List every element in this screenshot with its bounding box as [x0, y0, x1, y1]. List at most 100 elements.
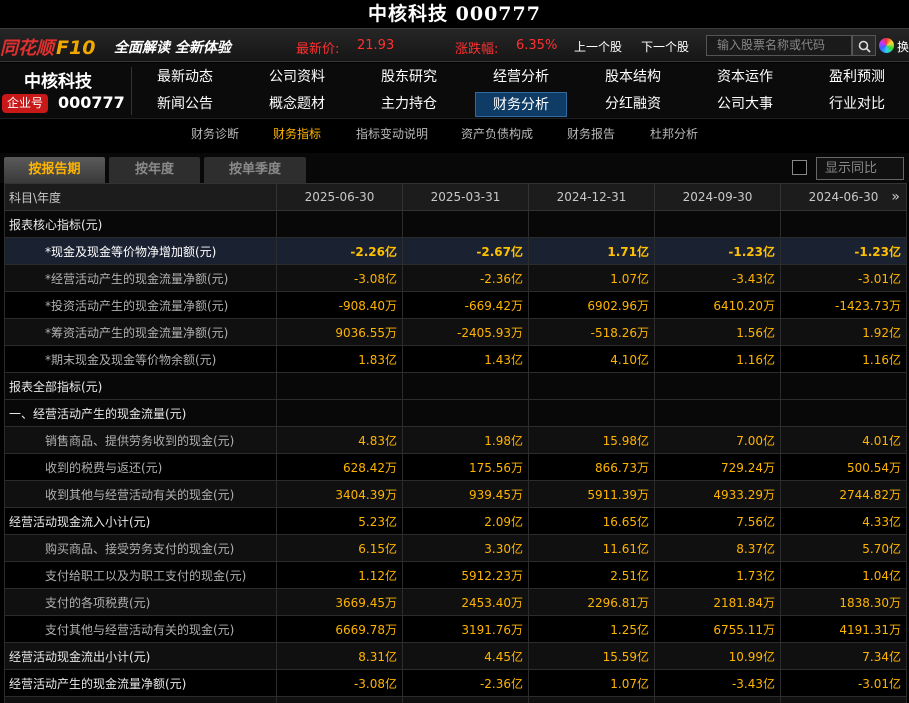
- table-row[interactable]: 支付给职工以及为职工支付的现金(元) 1.12亿 5912.23万 2.51亿 1.73…: [4, 561, 907, 589]
- subnav-financial-diagnosis[interactable]: 财务诊断: [191, 125, 239, 142]
- scroll-right-icon[interactable]: »: [891, 189, 900, 205]
- row-value: [780, 399, 907, 427]
- table-row[interactable]: 经营活动产生的现金流量净额(元) -3.08亿 -2.36亿 1.07亿 -3.43亿 -…: [4, 669, 907, 697]
- nav-financial-analysis[interactable]: 财务分析: [475, 92, 567, 117]
- row-value: 7.00亿: [654, 426, 781, 454]
- row-value: 2744.82万: [780, 480, 907, 508]
- stock-search-input[interactable]: 输入股票名称或代码: [706, 35, 852, 56]
- row-value: 11.61亿: [528, 534, 655, 562]
- nav-latest-news[interactable]: 最新动态: [139, 65, 231, 90]
- nav-shareholder-research[interactable]: 股东研究: [363, 65, 455, 90]
- enterprise-badge[interactable]: 企业号: [2, 94, 48, 113]
- table-row[interactable]: 购买商品、接受劳务支付的现金(元) 6.15亿 3.30亿 11.61亿 8.37亿 5.…: [4, 534, 907, 562]
- row-label: *现金及现金等价物净增加额(元): [4, 237, 277, 265]
- nav-company-info[interactable]: 公司资料: [251, 65, 343, 90]
- header-period[interactable]: 2025-03-31: [402, 183, 529, 211]
- subnav-dupont-analysis[interactable]: 杜邦分析: [650, 125, 698, 142]
- header-period[interactable]: 2025-06-30: [276, 183, 403, 211]
- row-value: [402, 399, 529, 427]
- row-value: 4933.29万: [654, 480, 781, 508]
- row-value: 7.56亿: [654, 507, 781, 535]
- row-value: [528, 372, 655, 400]
- row-label: 支付的各项税费(元): [4, 588, 277, 616]
- next-stock-button[interactable]: 下一个股: [641, 38, 689, 55]
- nav-profit-forecast[interactable]: 盈利预测: [811, 65, 903, 90]
- table-row[interactable]: 报表全部指标(元): [4, 372, 907, 400]
- row-value: 1.07亿: [528, 669, 655, 697]
- tab-by-quarter[interactable]: 按单季度: [204, 157, 306, 183]
- nav-concept-themes[interactable]: 概念题材: [251, 92, 343, 117]
- yoy-compare-button[interactable]: 显示同比: [816, 157, 904, 180]
- table-row[interactable]: 收到的税费与返还(元) 628.42万 175.56万 866.73万 729.24万 5…: [4, 453, 907, 481]
- tab-by-report-period[interactable]: 按报告期: [4, 157, 105, 183]
- skin-palette-icon[interactable]: [879, 38, 894, 53]
- skin-label[interactable]: 换: [897, 38, 909, 55]
- subnav-financial-indicators[interactable]: 财务指标: [273, 125, 321, 142]
- row-value: 1.43亿: [402, 345, 529, 373]
- table-row[interactable]: *投资活动产生的现金流量净额(元) -908.40万 -669.42万 6902.96…: [4, 291, 907, 319]
- row-label: *经营活动产生的现金流量净额(元): [4, 264, 277, 292]
- row-value: 2.51亿: [528, 561, 655, 589]
- table-row[interactable]: 一、经营活动产生的现金流量(元): [4, 399, 907, 427]
- row-value: -1.23亿: [780, 237, 907, 265]
- header-period[interactable]: 2024-06-30»: [780, 183, 907, 211]
- row-value: [528, 696, 655, 703]
- nav-dividend-financing[interactable]: 分红融资: [587, 92, 679, 117]
- window-title-bar: 中核科技 000777: [0, 0, 909, 28]
- row-label: 收到其他与经营活动有关的现金(元): [4, 480, 277, 508]
- row-value: [528, 210, 655, 238]
- header-period[interactable]: 2024-09-30: [654, 183, 781, 211]
- row-value: 6755.11万: [654, 615, 781, 643]
- row-value: 939.45万: [402, 480, 529, 508]
- row-value: 4.10亿: [528, 345, 655, 373]
- row-label: 支付其他与经营活动有关的现金(元): [4, 615, 277, 643]
- row-value: -2.26亿: [276, 237, 403, 265]
- table-row[interactable]: 支付的各项税费(元) 3669.45万 2453.40万 2296.81万 2181.8…: [4, 588, 907, 616]
- row-value: 2181.84万: [654, 588, 781, 616]
- table-row[interactable]: [4, 696, 907, 703]
- nav-main-holdings[interactable]: 主力持仓: [363, 92, 455, 117]
- table-row[interactable]: 经营活动现金流入小计(元) 5.23亿 2.09亿 16.65亿 7.56亿 4.33亿: [4, 507, 907, 535]
- nav-share-structure[interactable]: 股本结构: [587, 65, 679, 90]
- row-value: 1.12亿: [276, 561, 403, 589]
- row-value: 6669.78万: [276, 615, 403, 643]
- table-row[interactable]: 报表核心指标(元): [4, 210, 907, 238]
- subnav-balance-composition[interactable]: 资产负债构成: [461, 125, 533, 142]
- yoy-checkbox[interactable]: [792, 160, 807, 175]
- subnav-indicator-change[interactable]: 指标变动说明: [356, 125, 428, 142]
- table-row[interactable]: *经营活动产生的现金流量净额(元) -3.08亿 -2.36亿 1.07亿 -3.43亿…: [4, 264, 907, 292]
- table-row[interactable]: *筹资活动产生的现金流量净额(元) 9036.55万 -2405.93万 -518.2…: [4, 318, 907, 346]
- tab-by-year[interactable]: 按年度: [109, 157, 200, 183]
- row-value: 16.65亿: [528, 507, 655, 535]
- row-value: 4.01亿: [780, 426, 907, 454]
- header-period[interactable]: 2024-12-31: [528, 183, 655, 211]
- ths-logo: 同花顺 F10: [0, 37, 96, 59]
- prev-stock-button[interactable]: 上一个股: [574, 38, 622, 55]
- table-row[interactable]: 经营活动现金流出小计(元) 8.31亿 4.45亿 15.59亿 10.99亿 7.34亿: [4, 642, 907, 670]
- row-value: -518.26万: [528, 318, 655, 346]
- row-value: 6.15亿: [276, 534, 403, 562]
- row-value: 5912.23万: [402, 561, 529, 589]
- nav-company-events[interactable]: 公司大事: [699, 92, 791, 117]
- change-value: 6.35%: [516, 38, 558, 53]
- nav-operation-analysis[interactable]: 经营分析: [475, 65, 567, 90]
- table-row[interactable]: *期末现金及现金等价物余额(元) 1.83亿 1.43亿 4.10亿 1.16亿 1.16…: [4, 345, 907, 373]
- row-value: [276, 210, 403, 238]
- table-row[interactable]: 收到其他与经营活动有关的现金(元) 3404.39万 939.45万 5911.39万…: [4, 480, 907, 508]
- search-button[interactable]: [852, 35, 876, 56]
- row-value: 4191.31万: [780, 615, 907, 643]
- row-value: [402, 372, 529, 400]
- subnav-financial-report[interactable]: 财务报告: [567, 125, 615, 142]
- row-value: 1.83亿: [276, 345, 403, 373]
- nav-news-announcements[interactable]: 新闻公告: [139, 92, 231, 117]
- row-label: 报表核心指标(元): [4, 210, 277, 238]
- row-value: -669.42万: [402, 291, 529, 319]
- row-value: -3.08亿: [276, 264, 403, 292]
- table-row[interactable]: *现金及现金等价物净增加额(元) -2.26亿 -2.67亿 1.71亿 -1.23亿 -…: [4, 237, 907, 265]
- table-row[interactable]: 销售商品、提供劳务收到的现金(元) 4.83亿 1.98亿 15.98亿 7.00亿 4.…: [4, 426, 907, 454]
- nav-industry-comparison[interactable]: 行业对比: [811, 92, 903, 117]
- nav-capital-operation[interactable]: 资本运作: [699, 65, 791, 90]
- row-value: [780, 210, 907, 238]
- row-value: 729.24万: [654, 453, 781, 481]
- table-row[interactable]: 支付其他与经营活动有关的现金(元) 6669.78万 3191.76万 1.25亿 67…: [4, 615, 907, 643]
